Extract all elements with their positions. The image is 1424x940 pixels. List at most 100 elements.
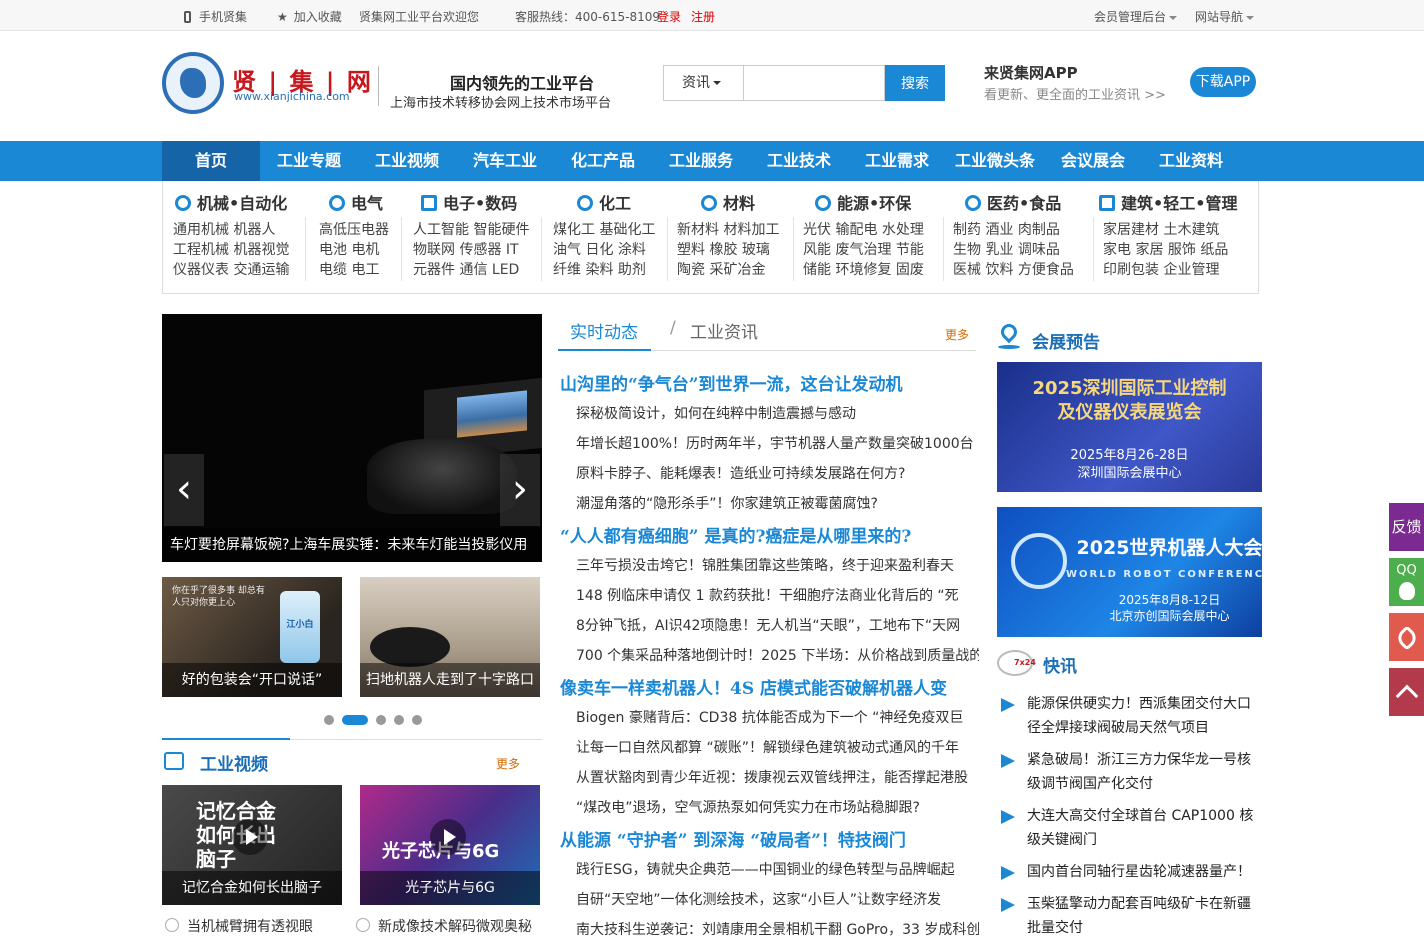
category-links[interactable]: 塑料 橡胶 玻璃 <box>677 239 770 259</box>
nav-home[interactable]: 首页 <box>162 141 260 181</box>
nav-micro-headlines[interactable]: 工业微头条 <box>946 141 1044 181</box>
category-links[interactable]: 新材料 材料加工 <box>677 219 779 239</box>
news-headline[interactable]: 从能源 “守护者” 到深海 “破局者”！特技阀门 <box>560 826 980 851</box>
mobile-link[interactable]: 手机贤集 <box>184 8 247 25</box>
category-links[interactable]: 高低压电器 <box>319 219 389 239</box>
nav-services[interactable]: 工业服务 <box>652 141 750 181</box>
nav-events[interactable]: 会议展会 <box>1044 141 1142 181</box>
category-links[interactable]: 制药 酒业 肉制品 <box>953 219 1060 239</box>
video-list-item[interactable]: 当机械臂拥有透视眼 <box>165 916 345 936</box>
flash-item[interactable]: 国内首台同轴行星齿轮减速器量产！ <box>1027 860 1262 884</box>
category-title[interactable]: 材料 <box>701 190 755 214</box>
category-links[interactable]: 陶瓷 采矿冶金 <box>677 259 765 279</box>
category-links[interactable]: 物联网 传感器 IT <box>413 239 519 259</box>
category-title[interactable]: 电气 <box>329 190 383 214</box>
news-headline[interactable]: 像卖车一样卖机器人！4S 店模式能否破解机器人变 <box>560 674 980 699</box>
expo-banner[interactable]: 2025世界机器人大会 WORLD ROBOT CONFERENCE 2025年… <box>997 507 1262 637</box>
tab-realtime[interactable]: 实时动态 <box>570 318 638 343</box>
news-item[interactable]: 探秘极简设计，如何在纯粹中制造震撼与感动 <box>576 403 979 423</box>
news-item[interactable]: 8分钟飞抵，AI识42项隐患！无人机当“天眼”，工地布下“天网 <box>576 615 979 635</box>
qq-button[interactable]: QQ <box>1389 558 1424 606</box>
category-links[interactable]: 家居建材 土木建筑 <box>1103 219 1219 239</box>
more-link[interactable]: 更多 <box>496 755 520 772</box>
news-item[interactable]: “煤改电”退场，空气源热泵如何凭实力在市场站稳脚跟? <box>576 797 979 817</box>
category-links[interactable]: 通用机械 机器人 <box>173 219 275 239</box>
category-links[interactable]: 人工智能 智能硬件 <box>413 219 529 239</box>
expo-banner[interactable]: 2025深圳国际工业控制 及仪器仪表展览会 2025年8月26-28日 深圳国际… <box>997 362 1262 492</box>
category-links[interactable]: 煤化工 基础化工 <box>553 219 655 239</box>
nav-topics[interactable]: 工业专题 <box>260 141 358 181</box>
news-item[interactable]: 潮湿角落的“隐形杀手”！你家建筑正被霉菌腐蚀? <box>576 493 979 513</box>
news-item[interactable]: 从置状豁肉到青少年近视：拨康视云双管线押注，能否撑起港股 <box>576 767 979 787</box>
category-links[interactable]: 元器件 通信 LED <box>413 259 519 279</box>
news-item[interactable]: 700 个集采品种落地倒计时！2025 下半场：从价格战到质量战的 <box>576 645 979 665</box>
category-title[interactable]: 医药•食品 <box>965 190 1061 214</box>
video-card[interactable]: 光子芯片与6G 光子芯片与6G <box>360 785 540 905</box>
news-headline[interactable]: 山沟里的“争气台”到世界一流，这台让发动机 <box>560 370 980 395</box>
category-links[interactable]: 电缆 电工 <box>319 259 379 279</box>
nav-tech[interactable]: 工业技术 <box>750 141 848 181</box>
news-item[interactable]: 148 例临床申请仅 1 款药获批！干细胞疗法商业化背后的 “死 <box>576 585 979 605</box>
category-links[interactable]: 风能 废气治理 节能 <box>803 239 924 259</box>
sitenav-dropdown[interactable]: 网站导航 <box>1195 8 1255 25</box>
category-links[interactable]: 家电 家居 服饰 纸品 <box>1103 239 1228 259</box>
play-icon[interactable] <box>232 819 268 855</box>
category-links[interactable]: 印刷包装 企业管理 <box>1103 259 1219 279</box>
member-dropdown[interactable]: 会员管理后台 <box>1094 8 1178 25</box>
nav-chemical[interactable]: 化工产品 <box>554 141 652 181</box>
flash-item[interactable]: 能源保供硬实力！西派集团交付大口径全焊接球阀破局天然气项目 <box>1027 692 1262 740</box>
hero-slider[interactable]: ‹ › 车灯要抢屏幕饭碗?上海车展实锤：未来车灯能当投影仪用 <box>162 314 542 562</box>
category-links[interactable]: 医械 饮料 方便食品 <box>953 259 1074 279</box>
feature-card[interactable]: 扫地机器人走到了十字路口 <box>360 577 540 697</box>
feedback-button[interactable]: 反馈 <box>1389 503 1424 551</box>
next-arrow-icon[interactable]: › <box>500 454 540 526</box>
slider-dot[interactable] <box>412 715 422 725</box>
category-links[interactable]: 油气 日化 涂料 <box>553 239 646 259</box>
category-links[interactable]: 储能 环境修复 固废 <box>803 259 924 279</box>
prev-arrow-icon[interactable]: ‹ <box>164 454 204 526</box>
login-link[interactable]: 登录 <box>657 8 681 25</box>
slide-caption[interactable]: 车灯要抢屏幕饭碗?上海车展实锤：未来车灯能当投影仪用 <box>162 528 542 562</box>
flash-item[interactable]: 大连大高交付全球首台 CAP1000 核级关键阀门 <box>1027 804 1262 852</box>
news-item[interactable]: 践行ESG，铸就央企典范——中国铜业的绿色转型与品牌崛起 <box>576 859 979 879</box>
news-item[interactable]: Biogen 豪赌背后：CD38 抗体能否成为下一个 “神经免疫双巨 <box>576 707 979 727</box>
favorite-link[interactable]: ★ 加入收藏 <box>277 8 342 25</box>
nav-demand[interactable]: 工业需求 <box>848 141 946 181</box>
slider-dot[interactable] <box>342 715 368 725</box>
slider-dot[interactable] <box>324 715 334 725</box>
flash-item[interactable]: 紧急破局！浙江三方力保华龙一号核级调节阀国产化交付 <box>1027 748 1262 796</box>
slider-dot[interactable] <box>394 715 404 725</box>
news-item[interactable]: 原料卡脖子、能耗爆表！造纸业可持续发展路在何方? <box>576 463 979 483</box>
tab-industry-news[interactable]: 工业资讯 <box>690 318 758 343</box>
news-headline[interactable]: “人人都有癌细胞” 是真的?癌症是从哪里来的? <box>560 522 980 547</box>
search-button[interactable]: 搜索 <box>885 65 945 101</box>
feature-card[interactable]: 你在乎了很多事 却总有人只对你更上心 江小白 好的包装会“开口说话” <box>162 577 342 697</box>
app-promo-link[interactable]: 看更新、更全面的工业资讯 >> <box>984 84 1166 103</box>
category-links[interactable]: 电池 电机 <box>319 239 379 259</box>
category-title[interactable]: 电子•数码 <box>421 190 517 214</box>
phone-button[interactable] <box>1389 613 1424 661</box>
news-item[interactable]: 南大技科生逆袭记：刘靖康用全景相机干翻 GoPro，33 岁成科创 <box>576 919 979 939</box>
nav-videos[interactable]: 工业视频 <box>358 141 456 181</box>
play-icon[interactable] <box>430 819 466 855</box>
search-category-select[interactable]: 资讯 <box>664 66 744 100</box>
video-card[interactable]: 记忆合金 如何长出 脑子 记忆合金如何长出脑子 <box>162 785 342 905</box>
back-to-top-button[interactable] <box>1389 668 1424 716</box>
nav-auto[interactable]: 汽车工业 <box>456 141 554 181</box>
news-item[interactable]: 三年亏损没击垮它！锦胜集团靠这些策略，终于迎来盈利春天 <box>576 555 979 575</box>
category-title[interactable]: 建筑•轻工•管理 <box>1099 190 1237 214</box>
register-link[interactable]: 注册 <box>691 8 715 25</box>
news-item[interactable]: 年增长超100%！历时两年半，宇节机器人量产数量突破1000台 <box>576 433 979 453</box>
news-item[interactable]: 让每一口自然风都算 “碳账”！解锁绿色建筑被动式通风的千年 <box>576 737 979 757</box>
nav-materials[interactable]: 工业资料 <box>1142 141 1240 181</box>
category-links[interactable]: 工程机械 机器视觉 <box>173 239 289 259</box>
category-links[interactable]: 生物 乳业 调味品 <box>953 239 1060 259</box>
more-link[interactable]: 更多 <box>945 326 969 343</box>
category-links[interactable]: 光伏 输配电 水处理 <box>803 219 924 239</box>
slider-dot[interactable] <box>376 715 386 725</box>
download-app-button[interactable]: 下载APP <box>1190 67 1256 97</box>
category-links[interactable]: 仪器仪表 交通运输 <box>173 259 289 279</box>
search-input[interactable] <box>746 68 881 98</box>
category-title[interactable]: 能源•环保 <box>815 190 911 214</box>
video-list-item[interactable]: 新成像技术解码微观奥秘 <box>356 916 542 936</box>
